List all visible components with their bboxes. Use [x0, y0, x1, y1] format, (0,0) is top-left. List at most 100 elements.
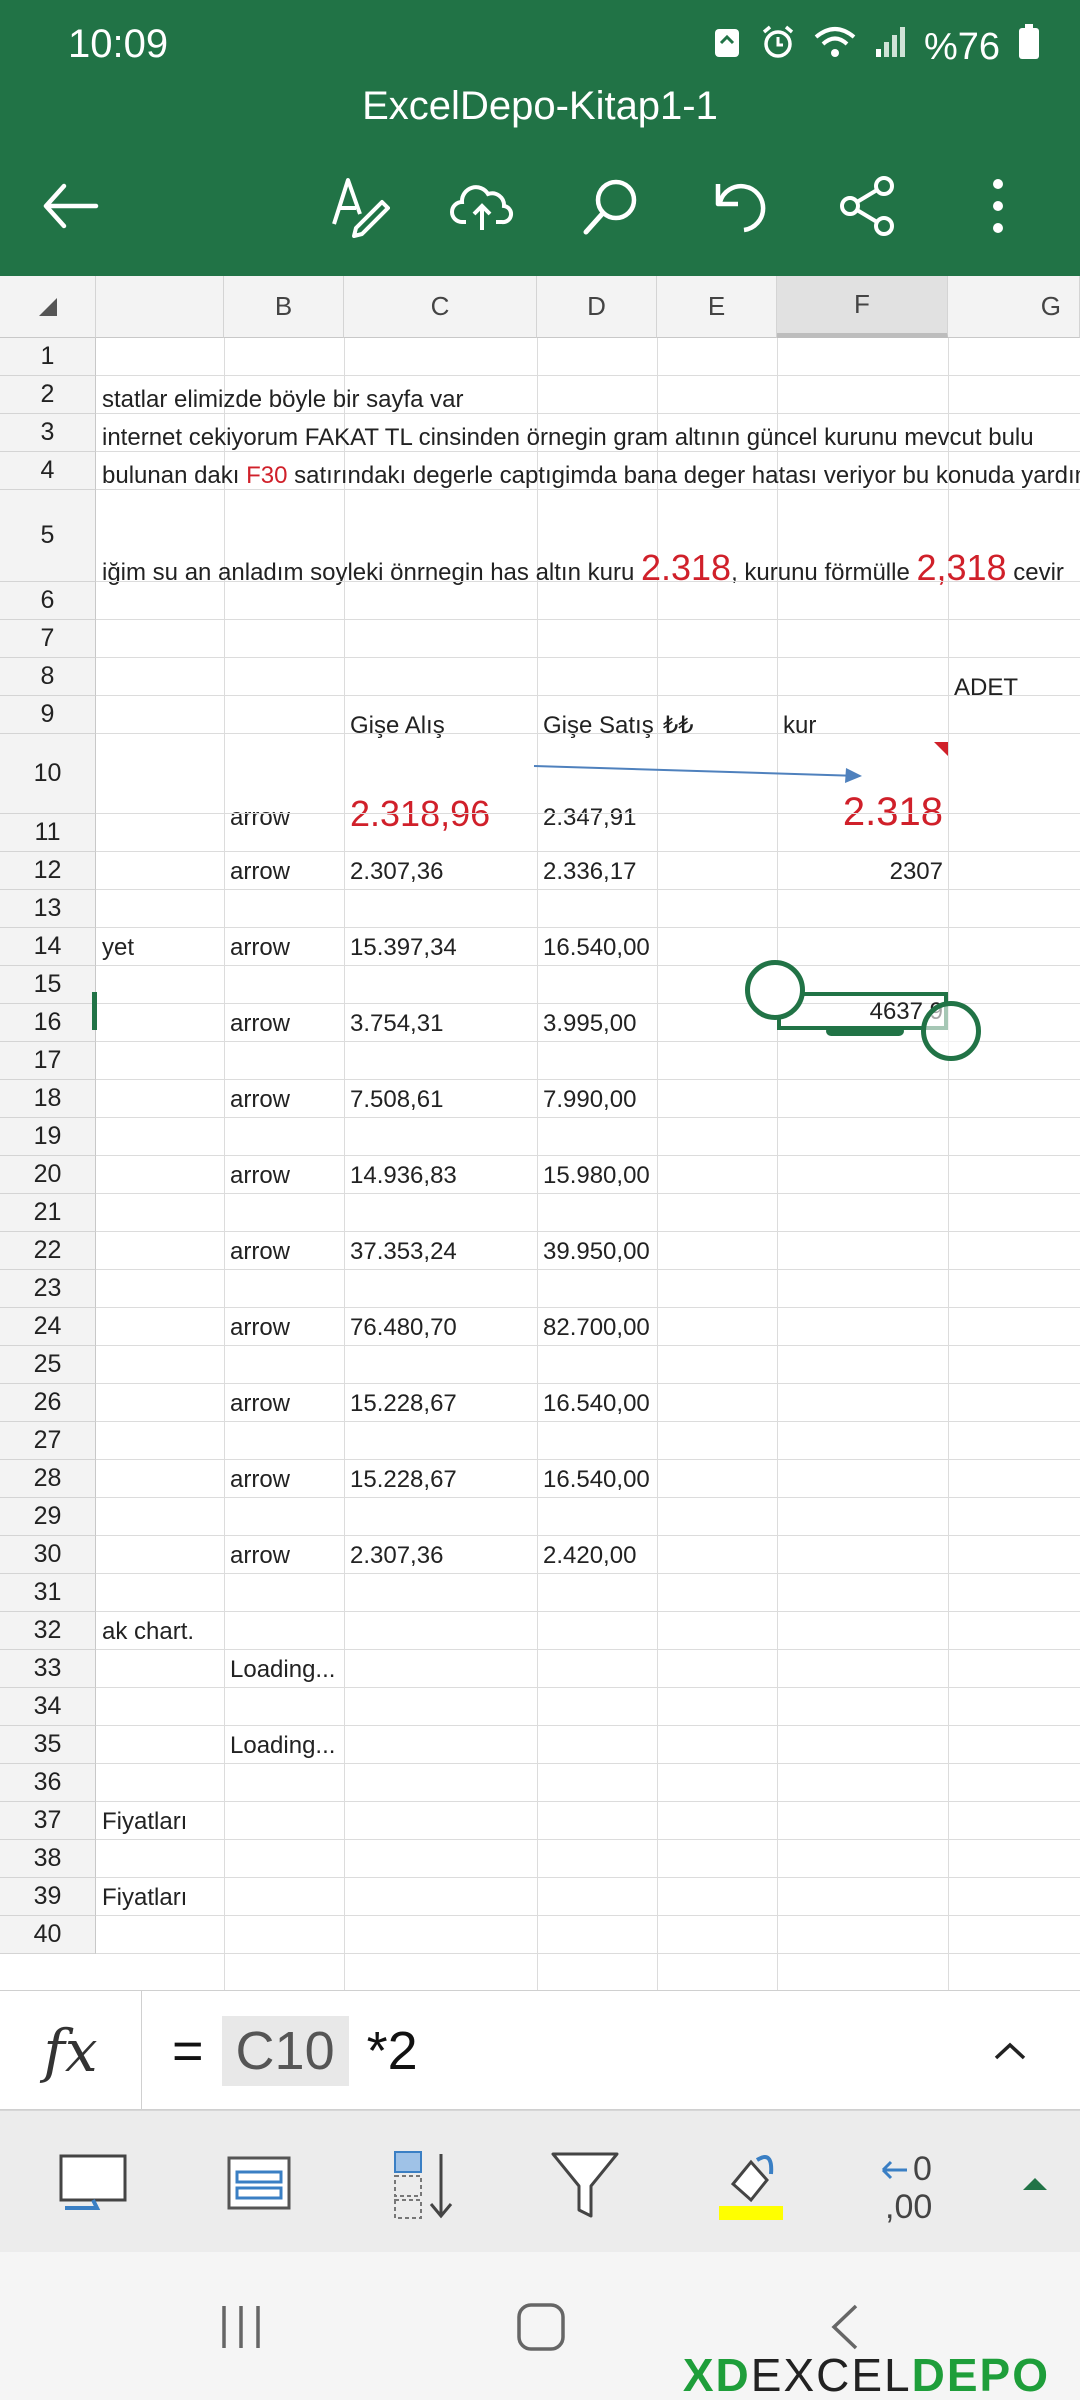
cell-b12[interactable]: arrow [230, 860, 290, 884]
row-header-40[interactable]: 40 [0, 1916, 96, 1954]
fill-color-icon[interactable] [706, 2139, 796, 2229]
cell-f12[interactable]: 2307 [777, 860, 943, 884]
fx-button[interactable]: fx [0, 1991, 142, 2111]
cell-c18[interactable]: 7.508,61 [350, 1088, 443, 1112]
cell-c22[interactable]: 37.353,24 [350, 1240, 457, 1264]
row-header-38[interactable]: 38 [0, 1840, 96, 1878]
column-header-f[interactable]: F [777, 276, 948, 338]
row-header-29[interactable]: 29 [0, 1498, 96, 1536]
home-icon[interactable] [506, 2292, 576, 2362]
formula-cell-reference[interactable]: C10 [221, 2016, 349, 2086]
cell-d28[interactable]: 16.540,00 [543, 1468, 650, 1492]
formula-bar[interactable]: fx = C10 *2 [0, 1990, 1080, 2111]
cell-b16[interactable]: arrow [230, 1012, 290, 1036]
selection-handle-start[interactable] [745, 960, 805, 1020]
row-header-36[interactable]: 36 [0, 1764, 96, 1802]
cell-c10[interactable]: 2.318,96 [350, 796, 490, 832]
cloud-upload-icon[interactable] [446, 170, 518, 242]
row-header-37[interactable]: 37 [0, 1802, 96, 1840]
row-header-10[interactable]: 10 [0, 734, 96, 814]
cell-c20[interactable]: 14.936,83 [350, 1164, 457, 1188]
formula-input[interactable]: = C10 *2 [172, 2007, 418, 2095]
row-header-39[interactable]: 39 [0, 1878, 96, 1916]
cell-d30[interactable]: 2.420,00 [543, 1544, 636, 1568]
cell-g8[interactable]: ADET [954, 676, 1018, 700]
row-header-13[interactable]: 13 [0, 890, 96, 928]
cell-f9[interactable]: kur [783, 714, 816, 738]
expand-up-icon[interactable] [990, 2139, 1080, 2229]
row-header-5[interactable]: 5 [0, 490, 96, 582]
cell-c9[interactable]: Gişe Alış [350, 714, 445, 738]
row-header-31[interactable]: 31 [0, 1574, 96, 1612]
column-header-e[interactable]: E [657, 276, 777, 338]
column-header-a[interactable] [96, 276, 224, 338]
row-header-8[interactable]: 8 [0, 658, 96, 696]
chevron-up-icon[interactable] [980, 2021, 1040, 2081]
row-header-2[interactable]: 2 [0, 376, 96, 414]
row-header-12[interactable]: 12 [0, 852, 96, 890]
cell-a14[interactable]: yet [102, 936, 134, 960]
share-icon[interactable] [832, 170, 904, 242]
cell-d20[interactable]: 15.980,00 [543, 1164, 650, 1188]
search-icon[interactable] [574, 170, 646, 242]
cell-b20[interactable]: arrow [230, 1164, 290, 1188]
select-all-corner[interactable] [0, 276, 96, 338]
pen-edit-icon[interactable] [322, 170, 394, 242]
row-header-20[interactable]: 20 [0, 1156, 96, 1194]
cell-b24[interactable]: arrow [230, 1316, 290, 1340]
row-header-14[interactable]: 14 [0, 928, 96, 966]
column-header-c[interactable]: C [344, 276, 537, 338]
column-header-b[interactable]: B [224, 276, 344, 338]
row-header-30[interactable]: 30 [0, 1536, 96, 1574]
sort-icon[interactable] [380, 2139, 470, 2229]
row-header-26[interactable]: 26 [0, 1384, 96, 1422]
row-header-17[interactable]: 17 [0, 1042, 96, 1080]
row-header-25[interactable]: 25 [0, 1346, 96, 1384]
selection-handle-end[interactable] [921, 1001, 981, 1061]
cell-c28[interactable]: 15.228,67 [350, 1468, 457, 1492]
row-header-15[interactable]: 15 [0, 966, 96, 1004]
row-header-18[interactable]: 18 [0, 1080, 96, 1118]
cell-a32[interactable]: ak chart. [102, 1620, 194, 1644]
cell-d22[interactable]: 39.950,00 [543, 1240, 650, 1264]
row-header-11[interactable]: 11 [0, 814, 96, 852]
cell-b18[interactable]: arrow [230, 1088, 290, 1112]
more-icon[interactable] [962, 170, 1034, 242]
cell-b22[interactable]: arrow [230, 1240, 290, 1264]
back-arrow-icon[interactable] [34, 170, 106, 242]
cell-e9[interactable]: ₺₺ [663, 714, 694, 738]
cell-a3[interactable]: internet cekiyorum FAKAT TL cinsinden ör… [102, 426, 1034, 450]
undo-icon[interactable] [704, 170, 776, 242]
row-header-7[interactable]: 7 [0, 620, 96, 658]
row-header-6[interactable]: 6 [0, 582, 96, 620]
row-header-19[interactable]: 19 [0, 1118, 96, 1156]
cell-d12[interactable]: 2.336,17 [543, 860, 636, 884]
cell-a4[interactable]: bulunan dakı F30 satırındakı degerle cap… [102, 464, 1080, 488]
cell-b10[interactable]: arrow [230, 806, 290, 830]
filter-icon[interactable] [540, 2139, 630, 2229]
cell-a37[interactable]: Fiyatları [102, 1810, 187, 1834]
cell-c12[interactable]: 2.307,36 [350, 860, 443, 884]
cell-d14[interactable]: 16.540,00 [543, 936, 650, 960]
cell-c30[interactable]: 2.307,36 [350, 1544, 443, 1568]
cell-b33[interactable]: Loading... [230, 1658, 335, 1682]
cell-c14[interactable]: 15.397,34 [350, 936, 457, 960]
cell-d16[interactable]: 3.995,00 [543, 1012, 636, 1036]
row-header-34[interactable]: 34 [0, 1688, 96, 1726]
freeze-panes-icon[interactable] [214, 2139, 304, 2229]
row-header-1[interactable]: 1 [0, 338, 96, 376]
cell-b26[interactable]: arrow [230, 1392, 290, 1416]
cell-b30[interactable]: arrow [230, 1544, 290, 1568]
cell-b14[interactable]: arrow [230, 936, 290, 960]
row-header-22[interactable]: 22 [0, 1232, 96, 1270]
row-header-21[interactable]: 21 [0, 1194, 96, 1232]
spreadsheet-grid[interactable]: B C D E F G statlar elimizde böyle bir s… [0, 276, 1080, 1990]
row-header-9[interactable]: 9 [0, 696, 96, 734]
cell-d26[interactable]: 16.540,00 [543, 1392, 650, 1416]
decimal-icon[interactable]: 0,00 [872, 2139, 962, 2229]
row-header-24[interactable]: 24 [0, 1308, 96, 1346]
row-header-16[interactable]: 16 [0, 1004, 96, 1042]
cell-d18[interactable]: 7.990,00 [543, 1088, 636, 1112]
column-header-g[interactable]: G [948, 276, 1080, 338]
cell-c26[interactable]: 15.228,67 [350, 1392, 457, 1416]
